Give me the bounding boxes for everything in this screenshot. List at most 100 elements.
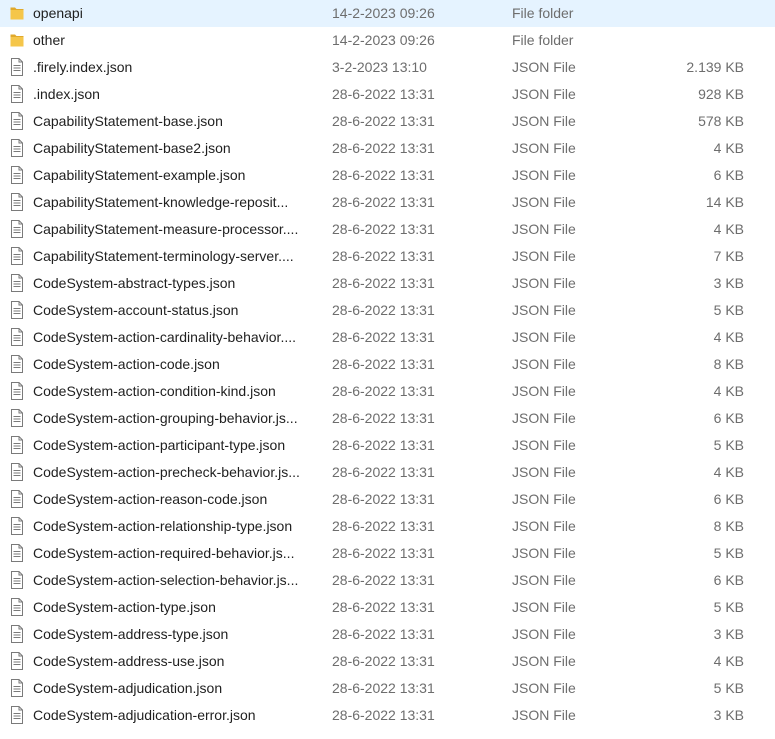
file-date-modified: 28-6-2022 13:31 bbox=[332, 275, 435, 291]
file-icon bbox=[10, 139, 24, 157]
file-row[interactable]: CodeSystem-action-type.json 28-6-2022 13… bbox=[0, 594, 775, 621]
file-type: JSON File bbox=[512, 356, 576, 372]
file-date-modified: 3-2-2023 13:10 bbox=[332, 59, 427, 75]
file-icon bbox=[10, 463, 24, 481]
file-date-modified: 28-6-2022 13:31 bbox=[332, 707, 435, 723]
file-date-modified: 28-6-2022 13:31 bbox=[332, 653, 435, 669]
file-size: 5 KB bbox=[713, 437, 744, 453]
folder-icon bbox=[10, 31, 24, 49]
file-icon bbox=[10, 85, 24, 103]
file-row[interactable]: CodeSystem-adjudication.json 28-6-2022 1… bbox=[0, 675, 775, 702]
file-size: 5 KB bbox=[713, 680, 744, 696]
file-size: 578 KB bbox=[698, 113, 744, 129]
file-date-modified: 28-6-2022 13:31 bbox=[332, 113, 435, 129]
file-date-modified: 28-6-2022 13:31 bbox=[332, 167, 435, 183]
file-icon bbox=[10, 193, 24, 211]
file-date-modified: 28-6-2022 13:31 bbox=[332, 221, 435, 237]
file-row[interactable]: CodeSystem-action-reason-code.json 28-6-… bbox=[0, 486, 775, 513]
file-icon bbox=[10, 490, 24, 508]
file-date-modified: 28-6-2022 13:31 bbox=[332, 680, 435, 696]
file-type: JSON File bbox=[512, 248, 576, 264]
file-name: CodeSystem-abstract-types.json bbox=[33, 275, 236, 291]
file-date-modified: 28-6-2022 13:31 bbox=[332, 86, 435, 102]
file-type: JSON File bbox=[512, 680, 576, 696]
file-row[interactable]: CodeSystem-action-selection-behavior.js.… bbox=[0, 567, 775, 594]
file-size: 3 KB bbox=[713, 626, 744, 642]
file-size: 2.139 KB bbox=[686, 59, 744, 75]
file-size: 8 KB bbox=[713, 518, 744, 534]
file-size: 3 KB bbox=[713, 707, 744, 723]
file-type: File folder bbox=[512, 32, 574, 48]
file-size: 4 KB bbox=[713, 464, 744, 480]
file-row[interactable]: CodeSystem-adjudication-error.json 28-6-… bbox=[0, 702, 775, 729]
file-date-modified: 14-2-2023 09:26 bbox=[332, 32, 435, 48]
file-date-modified: 28-6-2022 13:31 bbox=[332, 491, 435, 507]
file-row[interactable]: CodeSystem-address-type.json 28-6-2022 1… bbox=[0, 621, 775, 648]
file-date-modified: 28-6-2022 13:31 bbox=[332, 356, 435, 372]
file-row[interactable]: .firely.index.json 3-2-2023 13:10 JSON F… bbox=[0, 54, 775, 81]
file-row[interactable]: CodeSystem-action-grouping-behavior.js..… bbox=[0, 405, 775, 432]
file-icon bbox=[10, 301, 24, 319]
file-name: .index.json bbox=[33, 86, 100, 102]
file-row[interactable]: CapabilityStatement-base.json 28-6-2022 … bbox=[0, 108, 775, 135]
file-name: CodeSystem-action-condition-kind.json bbox=[33, 383, 276, 399]
file-size: 8 KB bbox=[713, 356, 744, 372]
file-row[interactable]: other 14-2-2023 09:26 File folder bbox=[0, 27, 775, 54]
file-type: File folder bbox=[512, 5, 574, 21]
file-date-modified: 28-6-2022 13:31 bbox=[332, 626, 435, 642]
file-size: 14 KB bbox=[705, 194, 744, 210]
file-row[interactable]: CodeSystem-action-code.json 28-6-2022 13… bbox=[0, 351, 775, 378]
file-name: CapabilityStatement-terminology-server..… bbox=[33, 248, 294, 264]
file-row[interactable]: CodeSystem-address-use.json 28-6-2022 13… bbox=[0, 648, 775, 675]
file-type: JSON File bbox=[512, 653, 576, 669]
file-name: CapabilityStatement-measure-processor...… bbox=[33, 221, 299, 237]
file-icon bbox=[10, 544, 24, 562]
file-name: CodeSystem-action-relationship-type.json bbox=[33, 518, 293, 534]
file-row[interactable]: CodeSystem-action-participant-type.json … bbox=[0, 432, 775, 459]
file-row[interactable]: openapi 14-2-2023 09:26 File folder bbox=[0, 0, 775, 27]
file-row[interactable]: CapabilityStatement-example.json 28-6-20… bbox=[0, 162, 775, 189]
file-name: CapabilityStatement-base.json bbox=[33, 113, 223, 129]
file-date-modified: 28-6-2022 13:31 bbox=[332, 410, 435, 426]
file-icon bbox=[10, 166, 24, 184]
file-row[interactable]: CodeSystem-account-status.json 28-6-2022… bbox=[0, 297, 775, 324]
file-date-modified: 28-6-2022 13:31 bbox=[332, 572, 435, 588]
file-row[interactable]: CapabilityStatement-base2.json 28-6-2022… bbox=[0, 135, 775, 162]
file-row[interactable]: CodeSystem-action-cardinality-behavior..… bbox=[0, 324, 775, 351]
file-size: 4 KB bbox=[713, 221, 744, 237]
file-icon bbox=[10, 652, 24, 670]
file-type: JSON File bbox=[512, 221, 576, 237]
file-icon bbox=[10, 517, 24, 535]
file-row[interactable]: CapabilityStatement-terminology-server..… bbox=[0, 243, 775, 270]
file-icon bbox=[10, 409, 24, 427]
file-icon bbox=[10, 58, 24, 76]
file-row[interactable]: CodeSystem-action-relationship-type.json… bbox=[0, 513, 775, 540]
file-name: CapabilityStatement-knowledge-reposit... bbox=[33, 194, 289, 210]
file-row[interactable]: .index.json 28-6-2022 13:31 JSON File 92… bbox=[0, 81, 775, 108]
folder-icon bbox=[10, 4, 24, 22]
file-date-modified: 28-6-2022 13:31 bbox=[332, 545, 435, 561]
file-icon bbox=[10, 571, 24, 589]
file-name: CodeSystem-action-grouping-behavior.js..… bbox=[33, 410, 298, 426]
file-row[interactable]: CodeSystem-action-precheck-behavior.js..… bbox=[0, 459, 775, 486]
file-name: CodeSystem-account-status.json bbox=[33, 302, 239, 318]
file-size: 6 KB bbox=[713, 167, 744, 183]
file-name: CodeSystem-address-use.json bbox=[33, 653, 225, 669]
file-date-modified: 28-6-2022 13:31 bbox=[332, 140, 435, 156]
file-size: 5 KB bbox=[713, 545, 744, 561]
file-row[interactable]: CodeSystem-abstract-types.json 28-6-2022… bbox=[0, 270, 775, 297]
file-date-modified: 28-6-2022 13:31 bbox=[332, 518, 435, 534]
file-row[interactable]: CodeSystem-action-required-behavior.js..… bbox=[0, 540, 775, 567]
file-name: CodeSystem-action-required-behavior.js..… bbox=[33, 545, 295, 561]
file-icon bbox=[10, 220, 24, 238]
file-size: 4 KB bbox=[713, 140, 744, 156]
file-name: openapi bbox=[33, 5, 83, 21]
file-row[interactable]: CodeSystem-action-condition-kind.json 28… bbox=[0, 378, 775, 405]
file-size: 6 KB bbox=[713, 491, 744, 507]
file-size: 6 KB bbox=[713, 572, 744, 588]
file-row[interactable]: CapabilityStatement-knowledge-reposit...… bbox=[0, 189, 775, 216]
file-type: JSON File bbox=[512, 599, 576, 615]
file-size: 4 KB bbox=[713, 653, 744, 669]
file-date-modified: 28-6-2022 13:31 bbox=[332, 599, 435, 615]
file-row[interactable]: CapabilityStatement-measure-processor...… bbox=[0, 216, 775, 243]
